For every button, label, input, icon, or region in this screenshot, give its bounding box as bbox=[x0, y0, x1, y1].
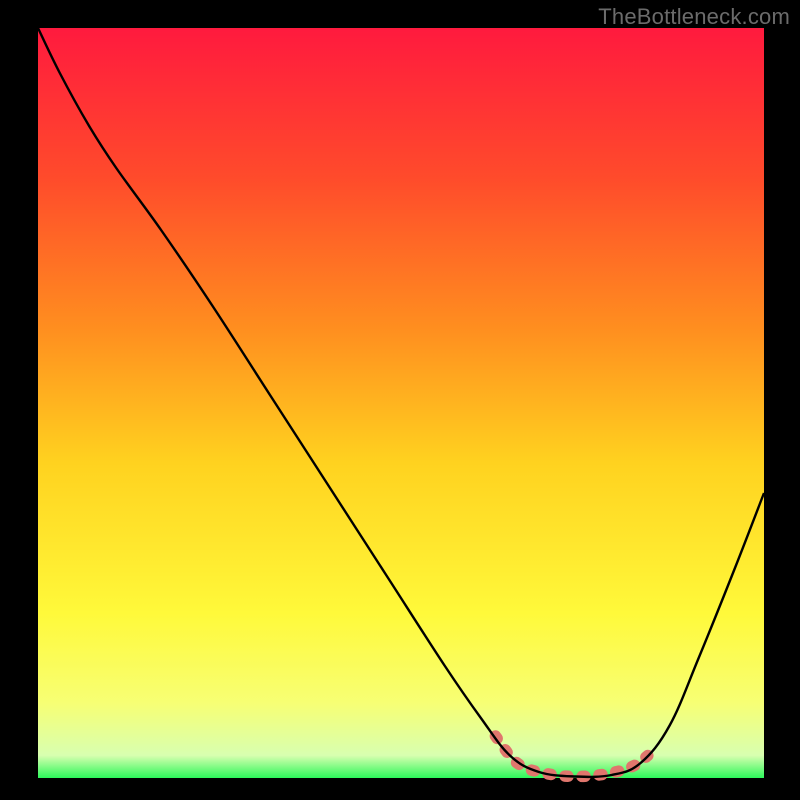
chart-frame: { "watermark": "TheBottleneck.com", "plo… bbox=[0, 0, 800, 800]
plot-background bbox=[38, 28, 764, 778]
bottleneck-chart bbox=[0, 0, 800, 800]
